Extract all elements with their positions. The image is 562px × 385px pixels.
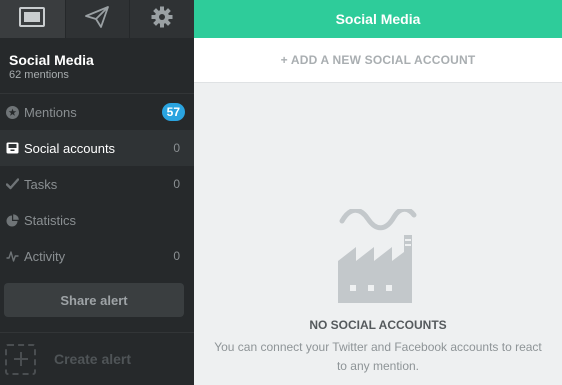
sidebar-item-label: Activity [24, 248, 66, 264]
empty-state-title: NO SOCIAL ACCOUNTS [309, 318, 447, 332]
star-circle-icon [5, 105, 19, 119]
paper-plane-icon [85, 5, 110, 33]
empty-state: NO SOCIAL ACCOUNTS You can connect your … [194, 83, 562, 385]
checkmark-icon [5, 177, 19, 191]
mentions-count-badge: 57 [161, 103, 185, 121]
toolbar-button-publish[interactable] [64, 0, 130, 38]
screen-icon [19, 6, 46, 32]
toolbar-button-dashboard[interactable] [0, 0, 65, 38]
sidebar-item-label: Tasks [24, 176, 58, 192]
plus-icon [5, 343, 36, 375]
sidebar-toolbar [0, 0, 194, 38]
sidebar-item-activity[interactable]: Activity 0 [0, 238, 194, 274]
sidebar-item-social-accounts[interactable]: Social accounts 0 [0, 130, 194, 166]
share-alert-button[interactable]: Share alert [4, 283, 184, 317]
project-mention-count: 62 mentions [9, 69, 69, 81]
add-social-account-link[interactable]: + ADD A NEW SOCIAL ACCOUNT [281, 53, 476, 67]
sidebar-item-label: Social accounts [24, 140, 116, 156]
sidebar: Social Media 62 mentions Mentions 57 Soc… [0, 0, 194, 385]
factory-icon [334, 206, 422, 303]
pie-chart-icon [5, 213, 19, 227]
project-header[interactable]: Social Media 62 mentions [0, 38, 194, 94]
pulse-icon [5, 249, 19, 263]
sidebar-nav: Mentions 57 Social accounts 0 Tasks 0 St… [0, 94, 194, 274]
activity-count: 0 [173, 249, 180, 263]
toolbar-button-settings[interactable] [129, 0, 194, 38]
project-name: Social Media [9, 52, 94, 68]
sidebar-item-label: Statistics [24, 212, 77, 228]
inbox-icon [5, 141, 19, 155]
sidebar-item-tasks[interactable]: Tasks 0 [0, 166, 194, 202]
page-header: Social Media [194, 0, 562, 38]
gear-icon [151, 6, 173, 33]
sidebar-item-statistics[interactable]: Statistics [0, 202, 194, 238]
empty-state-description: You can connect your Twitter and Faceboo… [214, 340, 542, 373]
sidebar-item-mentions[interactable]: Mentions 57 [0, 94, 194, 130]
create-alert-button[interactable]: Create alert [0, 332, 194, 385]
create-alert-label: Create alert [54, 351, 132, 367]
add-account-bar: + ADD A NEW SOCIAL ACCOUNT [194, 38, 562, 83]
sidebar-item-label: Mentions [24, 104, 77, 120]
tasks-count: 0 [173, 177, 180, 191]
social-accounts-count: 0 [173, 141, 180, 155]
page-title: Social Media [335, 11, 421, 27]
